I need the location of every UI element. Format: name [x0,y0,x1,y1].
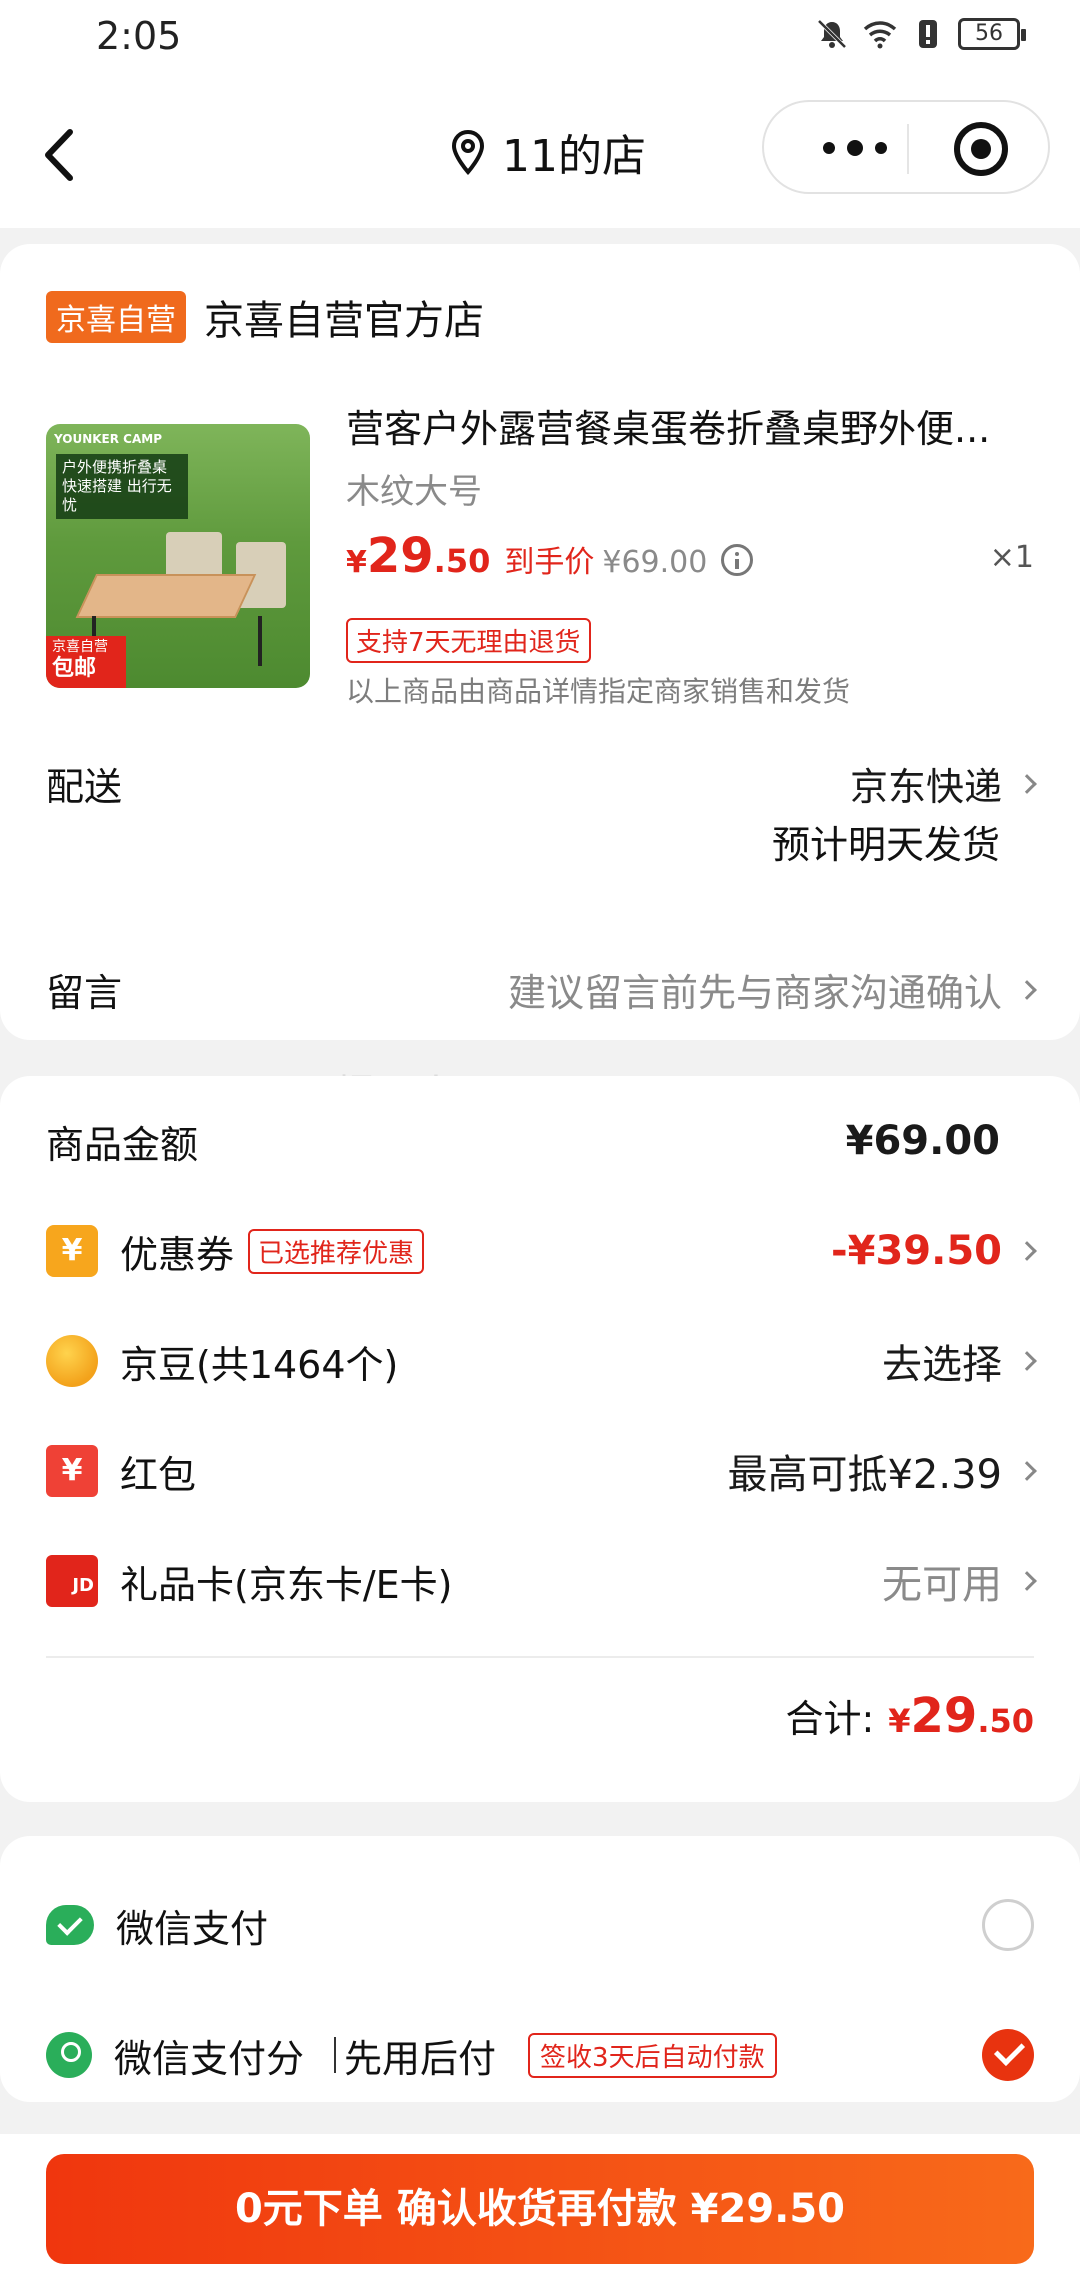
nav-bar: 11的店 [0,80,1080,228]
product-price: ¥ 29 .50 到手价 ¥69.00 [346,528,754,584]
seller-note: 以上商品由商品详情指定商家销售和发货 [346,675,851,708]
return-policy-tag: 支持7天无理由退货 [346,618,591,663]
self-operated-badge: 京喜自营 [46,291,186,343]
submit-order-button[interactable]: 0元下单 确认收货再付款 ¥29.50 [46,2154,1034,2264]
goods-amount-value: ¥69.00 [845,1118,1000,1164]
more-options-icon[interactable] [800,124,910,172]
product-title[interactable]: 营客户外露营餐桌蛋卷折叠桌野外便... [346,398,1036,453]
status-bar: 2:05 56 [0,0,1080,80]
bottom-action-bar: 0元下单 确认收货再付款 ¥29.50 [0,2134,1080,2280]
message-placeholder: 建议留言前先与商家沟通确认 [507,971,1002,1015]
jd-bean-value: 去选择 [882,1342,1002,1388]
jd-bean-label: 京豆(共1464个) [120,1342,399,1387]
divider [46,1656,1034,1658]
store-title: 11的店 [502,131,646,182]
status-time: 2:05 [96,14,182,58]
mute-bell-icon [817,19,847,49]
red-packet-row[interactable]: ¥ 红包 最高可抵¥2.39 [46,1436,1037,1506]
final-price-label: 到手价 [504,545,595,580]
jd-bean-row[interactable]: 京豆(共1464个) 去选择 [46,1326,1037,1396]
chevron-right-icon [1017,1241,1037,1261]
coupon-row[interactable]: ¥ 优惠券 已选推荐优惠 -¥39.50 [46,1216,1037,1286]
final-price-value: ¥69.00 [602,545,708,580]
wechat-pay-score-icon [46,2032,92,2078]
battery-icon: 56 [958,18,1026,50]
wifi-icon [863,21,897,49]
back-arrow-icon[interactable] [34,120,94,190]
order-item-card: 京喜自营 京喜自营官方店 YOUNKER CAMP 户外便携折叠桌 快速搭建 出… [0,244,1080,1040]
goods-amount-label: 商品金额 [46,1122,199,1167]
nav-title: 11的店 [448,120,646,184]
coupon-value: -¥39.50 [831,1228,1002,1274]
gift-card-label: 礼品卡(京东卡/E卡) [120,1562,453,1607]
delivery-selector[interactable]: 京东快递 [849,756,1037,811]
chevron-right-icon [1017,979,1037,1000]
chevron-right-icon [1017,773,1037,794]
product-image-banner: 户外便携折叠桌 快速搭建 出行无忧 [56,454,188,519]
wechat-pay-score-label: 微信支付分 [114,2036,305,2081]
table-shape [75,574,257,618]
wechat-pay-icon [46,1905,94,1945]
coupon-icon: ¥ [46,1225,98,1277]
miniprogram-capsule [762,100,1050,194]
product-quantity: ×1 [989,540,1034,575]
location-pin-icon [451,129,485,176]
product-image[interactable]: YOUNKER CAMP 户外便携折叠桌 快速搭建 出行无忧 京喜自营 包邮 [46,424,310,688]
pay-later-label: 先用后付 [344,2036,497,2081]
gift-card-icon: JD [46,1555,98,1607]
price-summary-card: 商品金额 ¥69.00 ¥ 优惠券 已选推荐优惠 -¥39.50 京豆(共146… [0,1076,1080,1802]
jd-bean-icon [46,1335,98,1387]
wechat-pay-score-radio[interactable] [982,2029,1034,2081]
red-packet-icon: ¥ [46,1445,98,1497]
red-packet-label: 红包 [120,1452,197,1497]
gift-card-row[interactable]: JD 礼品卡(京东卡/E卡) 无可用 [46,1546,1037,1616]
label-separator [334,2037,337,2073]
chevron-right-icon [1017,1571,1037,1591]
shop-name[interactable]: 京喜自营官方店 [204,288,484,346]
shop-header: 京喜自营 京喜自营官方店 [46,288,484,346]
free-shipping-ribbon: 京喜自营 包邮 [46,636,126,688]
message-input[interactable]: 建议留言前先与商家沟通确认 [507,962,1037,1017]
delivery-value: 京东快递 [849,765,1002,809]
goods-amount-row: 商品金额 ¥69.00 [46,1106,1034,1176]
status-icons: 56 [814,16,1026,52]
wechat-pay-score-option[interactable]: 微信支付分 先用后付 签收3天后自动付款 [46,2010,1034,2100]
total-label: 合计: [785,1697,875,1741]
gift-card-value: 无可用 [882,1562,1002,1608]
chevron-right-icon [1017,1351,1037,1371]
capsule-divider [907,124,909,174]
info-icon[interactable] [721,544,754,576]
wechat-pay-label: 微信支付 [116,1906,269,1951]
payment-method-card: 微信支付 微信支付分 先用后付 签收3天后自动付款 [0,1836,1080,2102]
message-label: 留言 [46,971,123,1015]
chevron-right-icon [1017,1461,1037,1481]
product-spec: 木纹大号 [346,472,482,512]
coupon-label: 优惠券 [120,1232,235,1277]
delivery-estimate: 预计明天发货 [771,823,1000,867]
alert-icon [919,20,937,48]
red-packet-value: 最高可抵¥2.39 [727,1452,1002,1498]
delivery-label: 配送 [46,765,123,809]
product-image-brand: YOUNKER CAMP [54,432,162,446]
close-miniprogram-icon[interactable] [954,122,1008,176]
wechat-pay-option[interactable]: 微信支付 [46,1880,1034,1970]
coupon-selected-badge: 已选推荐优惠 [248,1228,425,1274]
wechat-pay-radio[interactable] [982,1899,1034,1951]
order-total: 合计: ¥ 29 .50 [785,1688,1034,1744]
auto-pay-badge: 签收3天后自动付款 [528,2032,777,2078]
